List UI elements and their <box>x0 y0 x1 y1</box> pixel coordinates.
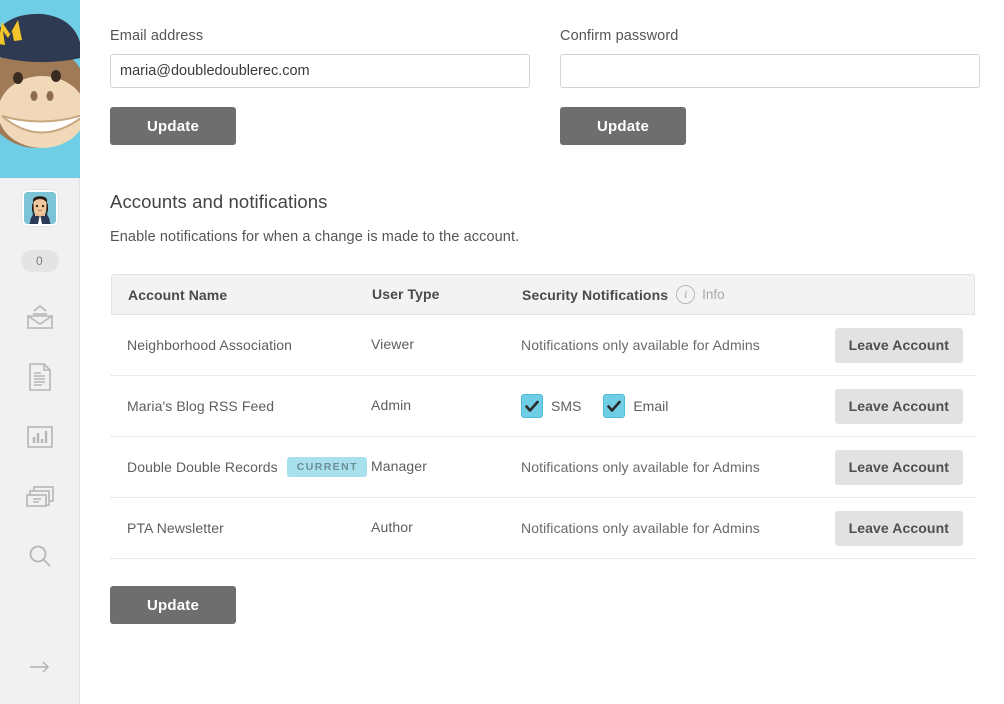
sidebar-expand-button[interactable] <box>0 634 80 704</box>
table-row: Double Double Records CURRENT Manager No… <box>111 437 975 498</box>
cell-account-name: Double Double Records <box>127 459 278 475</box>
password-field-group: Confirm password Update <box>560 28 980 145</box>
accounts-table: Account Name User Type Security Notifica… <box>110 273 976 560</box>
column-header-account-name: Account Name <box>128 286 228 303</box>
sidebar: 0 <box>0 0 80 704</box>
notification-count-value: 0 <box>36 254 43 268</box>
cell-user-type: Author <box>371 519 413 535</box>
leave-account-button[interactable]: Leave Account <box>834 449 963 485</box>
arrow-right-icon <box>27 659 53 680</box>
sidebar-item-reports[interactable] <box>18 420 62 454</box>
column-header-security-notifications: Security Notifications <box>522 286 669 303</box>
email-input[interactable] <box>110 54 530 88</box>
checkbox-checked-icon[interactable] <box>603 394 626 418</box>
email-field-group: Email address Update <box>110 28 530 145</box>
update-password-button[interactable]: Update <box>560 107 686 145</box>
cell-account-name: Maria's Blog RSS Feed <box>127 398 275 414</box>
email-label: Email address <box>110 28 204 44</box>
update-accounts-button[interactable]: Update <box>110 586 236 624</box>
checkbox-email[interactable]: Email <box>603 394 668 418</box>
cell-notifications-text: Notifications only available for Admins <box>521 337 760 353</box>
credentials-form: Email address Update Confirm password Up… <box>110 28 980 145</box>
sidebar-item-lists[interactable] <box>18 480 62 514</box>
info-label: Info <box>702 287 725 302</box>
leave-account-button[interactable]: Leave Account <box>834 327 963 363</box>
status-badge: CURRENT <box>286 457 367 477</box>
cell-account-name: PTA Newsletter <box>127 520 224 536</box>
table-header-row: Account Name User Type Security Notifica… <box>111 274 975 315</box>
mailchimp-freddie-logo[interactable] <box>0 0 80 178</box>
column-header-user-type: User Type <box>372 285 440 302</box>
info-circle-icon[interactable]: i <box>676 285 696 304</box>
checkbox-checked-icon[interactable] <box>521 394 543 418</box>
leave-account-button[interactable]: Leave Account <box>834 510 963 546</box>
templates-document-icon <box>27 362 53 392</box>
confirm-password-label: Confirm password <box>560 28 679 44</box>
section-subtitle: Enable notifications for when a change i… <box>110 229 520 245</box>
page-title: Accounts and notifications <box>110 191 328 212</box>
main-content: Email address Update Confirm password Up… <box>80 0 1004 704</box>
table-row: Maria's Blog RSS Feed Admin SMS Email Le… <box>111 376 975 437</box>
update-email-button[interactable]: Update <box>110 107 236 145</box>
leave-account-button[interactable]: Leave Account <box>834 388 963 424</box>
cell-user-type: Viewer <box>371 336 415 352</box>
confirm-password-input[interactable] <box>560 54 980 88</box>
cell-notifications-text: Notifications only available for Admins <box>521 459 760 475</box>
checkbox-sms[interactable]: SMS <box>521 394 581 418</box>
search-icon <box>27 544 53 570</box>
avatar[interactable] <box>23 192 56 224</box>
notification-checkbox-group: SMS Email <box>521 394 668 418</box>
app-root: 0 Email address maria@doubledoublerec.co… <box>0 0 1004 704</box>
lists-cards-icon <box>24 484 56 510</box>
reports-bar-chart-icon <box>25 424 55 450</box>
campaigns-envelope-icon <box>25 304 55 330</box>
cell-notifications-text: Notifications only available for Admins <box>521 520 760 536</box>
table-row: Neighborhood Association Viewer Notifica… <box>111 315 975 376</box>
checkbox-email-label: Email <box>633 398 669 414</box>
cell-user-type: Admin <box>371 397 412 413</box>
sidebar-nav: 0 <box>0 178 80 634</box>
checkbox-sms-label: SMS <box>551 398 582 414</box>
table-row: PTA Newsletter Author Notifications only… <box>111 498 975 559</box>
sidebar-item-templates[interactable] <box>18 360 62 394</box>
cell-account-name: Neighborhood Association <box>127 337 293 353</box>
cell-user-type: Manager <box>371 458 427 474</box>
notification-count-badge[interactable]: 0 <box>20 250 59 272</box>
sidebar-item-search[interactable] <box>18 540 62 574</box>
sidebar-item-campaigns[interactable] <box>18 300 62 334</box>
